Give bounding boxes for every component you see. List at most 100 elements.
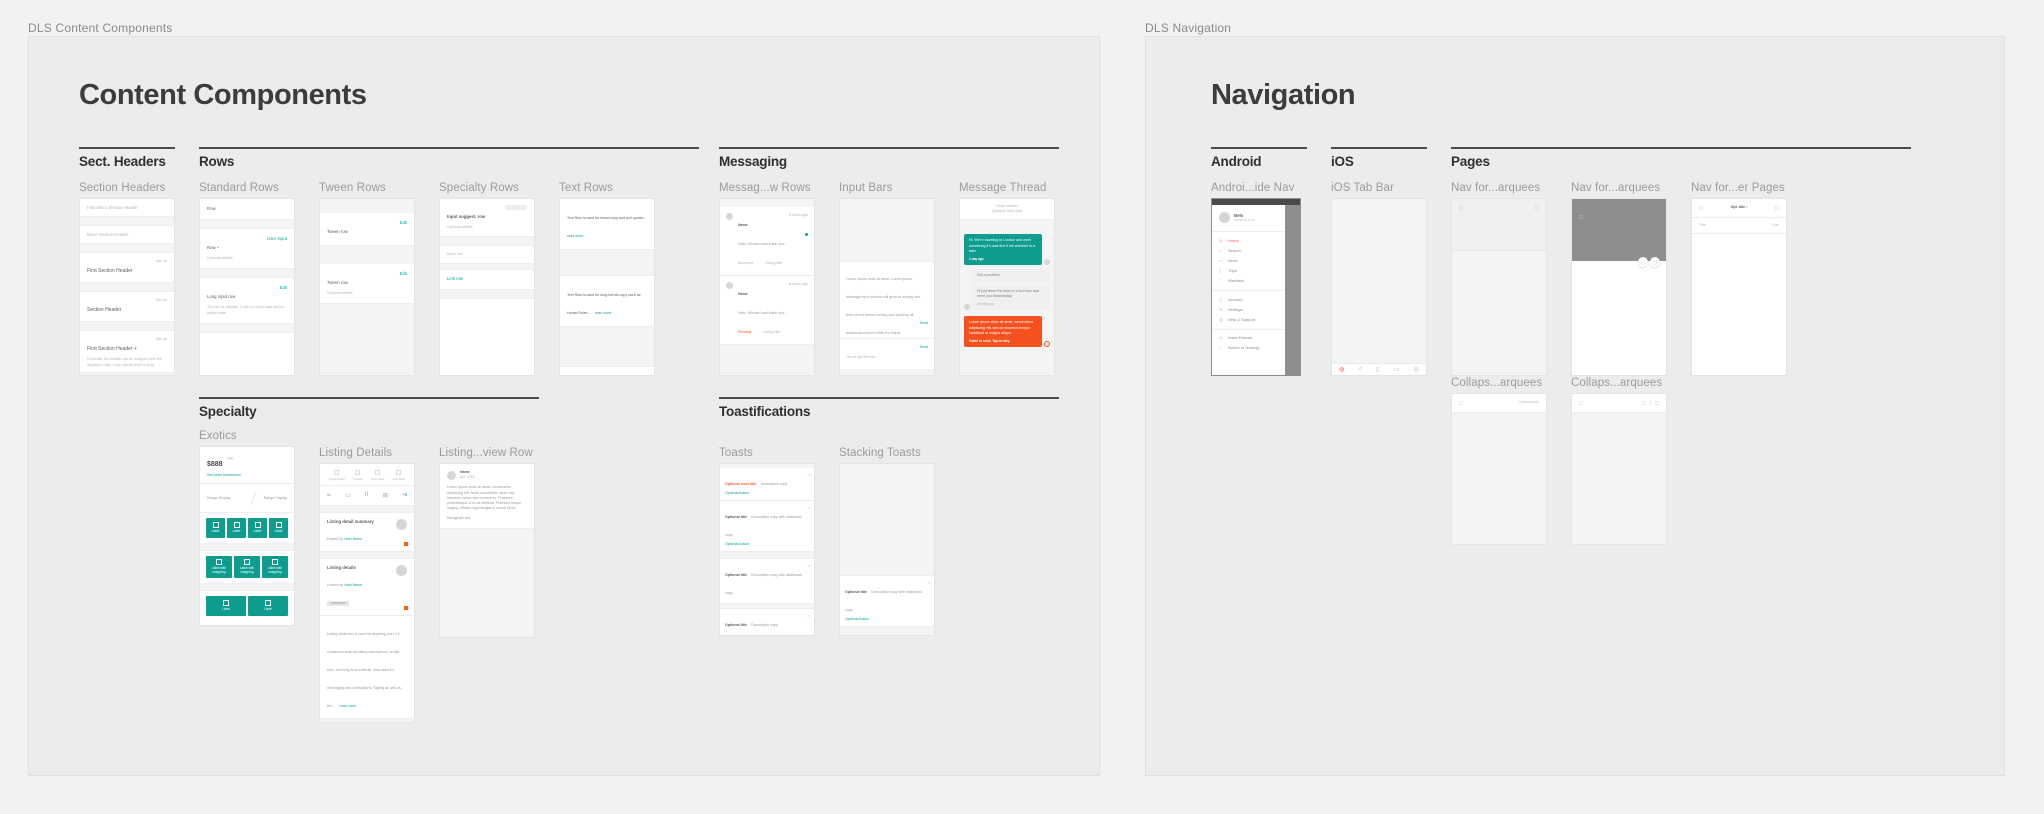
host-name[interactable]: Host Name (344, 583, 362, 587)
share-icon[interactable]: ◻ (1638, 257, 1648, 267)
bubble-error[interactable]: Failed to send. Tap to retry. (969, 339, 1037, 344)
sidebar-item-inbox[interactable]: ▭ Inbox (1212, 255, 1285, 265)
row-read-more[interactable]: read more (595, 311, 611, 315)
selector-box[interactable]: Label with wrapping (262, 556, 288, 579)
chip[interactable]: 3 labels (353, 470, 363, 481)
card-toasts[interactable]: Optional error title Descriptive copy. O… (719, 463, 815, 636)
row-input-suggest[interactable]: Input suggest. row Optional subtitle (440, 199, 534, 238)
chip-row-1[interactable]: Label Label Label Label (200, 513, 294, 544)
collapsing-nav-bar[interactable]: ◻ Optional link (1452, 394, 1546, 413)
back-icon[interactable]: ◻ (1579, 400, 1583, 406)
close-icon[interactable]: × (808, 505, 810, 510)
preview-row[interactable]: Name Apr 2016 Lorem ipsum dolor sit amet… (440, 464, 534, 529)
toast-stacking[interactable]: Optional title Descriptive copy with add… (840, 574, 934, 627)
heart-icon[interactable]: ◻ (1655, 400, 1659, 406)
card-collapsing-marquee-b[interactable]: ◻ ◻ | ◻ (1571, 393, 1667, 545)
toast-default[interactable]: Optional title Descriptive copy with add… (720, 500, 814, 552)
send-button[interactable]: Send (920, 321, 928, 326)
selector-box[interactable]: Label with wrapping (234, 556, 260, 579)
row-chip[interactable] (505, 205, 527, 210)
card-nav-marquee-photo[interactable]: ◻ ◻ ◻ (1571, 198, 1667, 376)
row-first-section-header-plus[interactable]: First Section Header + See all Optionall… (80, 331, 174, 373)
card-nav-inner-pages[interactable]: ◻ Opt. title › ◻ Title Link (1691, 198, 1787, 376)
frame-label-navigation[interactable]: DLS Navigation (1145, 21, 1231, 35)
card-messaging-preview-rows[interactable]: Name 8 hours ago Hello, Michael and than… (719, 198, 815, 376)
card-tween-rows[interactable]: Tween row Edit Tween row Edit Optional s… (319, 198, 415, 376)
tab-profile-icon[interactable]: ◎ (1414, 366, 1419, 373)
row-title[interactable]: Link row (447, 276, 527, 282)
row-first-micro-section-header[interactable]: First Micro Section Header (80, 199, 174, 218)
input-placeholder[interactable]: You've got the mic... (846, 355, 878, 359)
message-row[interactable]: Name 8 hours ago Hello, Michael and than… (720, 207, 814, 276)
back-icon[interactable]: ◻ (1699, 205, 1703, 211)
selector-box[interactable]: Label (206, 596, 246, 617)
amenities-more[interactable]: +8 (402, 492, 407, 498)
selector-box[interactable]: Label with wrapping (206, 556, 232, 579)
row-action[interactable]: See all (156, 298, 167, 303)
row-micro-section-header[interactable]: Micro Section Header (80, 226, 174, 245)
back-icon[interactable]: ◻ (1459, 400, 1463, 406)
card-exotics[interactable]: $888 USD See price breakdown Range Displ… (199, 446, 295, 626)
input-bar-collapsed[interactable]: You've got the mic... Send (840, 338, 934, 369)
row-text-brand[interactable]: Text Row is used for brand copy and pull… (560, 199, 654, 250)
card-specialty-rows[interactable]: Input suggest. row Optional subtitle Mic… (439, 198, 535, 376)
row-action[interactable]: User Input (267, 236, 287, 242)
close-icon[interactable]: × (808, 563, 810, 568)
price-breakdown-link[interactable]: See price breakdown (207, 473, 287, 478)
toast-action[interactable]: Optional Action (725, 542, 809, 547)
heart-icon[interactable]: ◻ (1650, 257, 1660, 267)
card-section-headers[interactable]: First Micro Section Header Micro Section… (79, 198, 175, 376)
toast-action[interactable]: Optional Action (725, 491, 809, 496)
close-icon[interactable]: × (928, 580, 930, 585)
chip[interactable]: Solo label (393, 470, 405, 481)
host-name[interactable]: Host Name (344, 537, 362, 541)
fab-group[interactable]: ◻ ◻ (1638, 257, 1660, 267)
sidebar-item-invite-friends[interactable]: ⛁ Invite Friends (1212, 333, 1285, 343)
chip[interactable]: Short label (371, 470, 384, 481)
card-android-side-nav[interactable]: Belo hello@airbnb.com ◍ Home ⌕ Search ▭ Inb… (1211, 198, 1301, 376)
tab-search-icon[interactable]: ⌕ (1359, 366, 1362, 373)
toast-error[interactable]: Optional error title Descriptive copy. O… (720, 467, 814, 501)
selector-box[interactable]: Label (269, 518, 288, 539)
row-text-long[interactable]: Text Row is used for long-format copy su… (560, 276, 654, 327)
share-icon[interactable]: ◻ (1775, 205, 1779, 211)
sidebar-item-account[interactable]: ⊙ Account (1212, 294, 1285, 304)
row-action[interactable]: See all (156, 259, 167, 264)
row-basic[interactable]: Row (200, 199, 294, 221)
read-more-link[interactable]: read more (339, 704, 355, 708)
card-stacking-toasts[interactable]: Optional title Descriptive copy with add… (839, 463, 935, 636)
toast-short[interactable]: Optional title Descriptive copy. × (720, 609, 814, 635)
card-standard-rows[interactable]: Row Row + User Input Optional subtitle L… (199, 198, 295, 376)
sidebar-item-home[interactable]: ◍ Home (1212, 235, 1285, 245)
listing-summary-row[interactable]: Listing detail summary Hosted by Host Na… (320, 513, 414, 553)
input-bar-expanded[interactable]: Lorem ipsum dolor sit amet. Lorem ipsum.… (840, 261, 934, 345)
card-text-rows[interactable]: Text Row is used for brand copy and pull… (559, 198, 655, 376)
message-bubble-gray[interactable]: I'll just leave the keys in a lock box a… (960, 284, 1054, 311)
card-ios-tab-bar[interactable]: ◍ ⌕ ▯ ▭ ◎ (1331, 198, 1427, 376)
row-action[interactable]: Edit (400, 271, 407, 277)
selector-box[interactable]: Label (248, 518, 267, 539)
row-tween[interactable]: Tween row Edit (320, 213, 414, 246)
nav-profile[interactable]: Belo hello@airbnb.com (1212, 205, 1285, 232)
row-plus[interactable]: Row + User Input Optional subtitle (200, 229, 294, 270)
back-icon[interactable]: ◻ (1459, 205, 1463, 244)
row-micro[interactable]: Micro row (440, 246, 534, 265)
amenities-row[interactable]: ≈ ▭ ⌷ ⊞ +8 (320, 486, 414, 507)
sidebar-item-trips[interactable]: ▯ Trips (1212, 266, 1285, 276)
collapsing-nav-bar[interactable]: ◻ ◻ | ◻ (1572, 394, 1666, 413)
toast-no-action[interactable]: Optional title Descriptive copy with add… (720, 559, 814, 604)
card-listing-preview-row[interactable]: Name Apr 2016 Lorem ipsum dolor sit amet… (439, 463, 535, 638)
toast-action[interactable]: Optional Action (845, 617, 929, 622)
chip-row-2[interactable]: Label with wrapping Label with wrapping … (200, 551, 294, 584)
sidebar-item-search[interactable]: ⌕ Search (1212, 245, 1285, 255)
chip[interactable]: Longer label (329, 470, 345, 481)
sub-nav-bar[interactable]: Title Link (1692, 218, 1786, 235)
row-tween-subtitle[interactable]: Tween row Edit Optional subtitle (320, 264, 414, 305)
tab-inbox-icon[interactable]: ▭ (1394, 366, 1400, 373)
row-long-input[interactable]: Long input row Edit This text is editabl… (200, 278, 294, 324)
listing-body-row[interactable]: Listing detail text is used for anything… (320, 616, 414, 720)
frame-content-components[interactable]: Content Components Sect. Headers Section… (28, 36, 1100, 776)
row-read-more[interactable]: read more (567, 234, 583, 238)
tab-trips-icon[interactable]: ▯ (1376, 366, 1379, 373)
selector-box[interactable]: Label (248, 596, 288, 617)
